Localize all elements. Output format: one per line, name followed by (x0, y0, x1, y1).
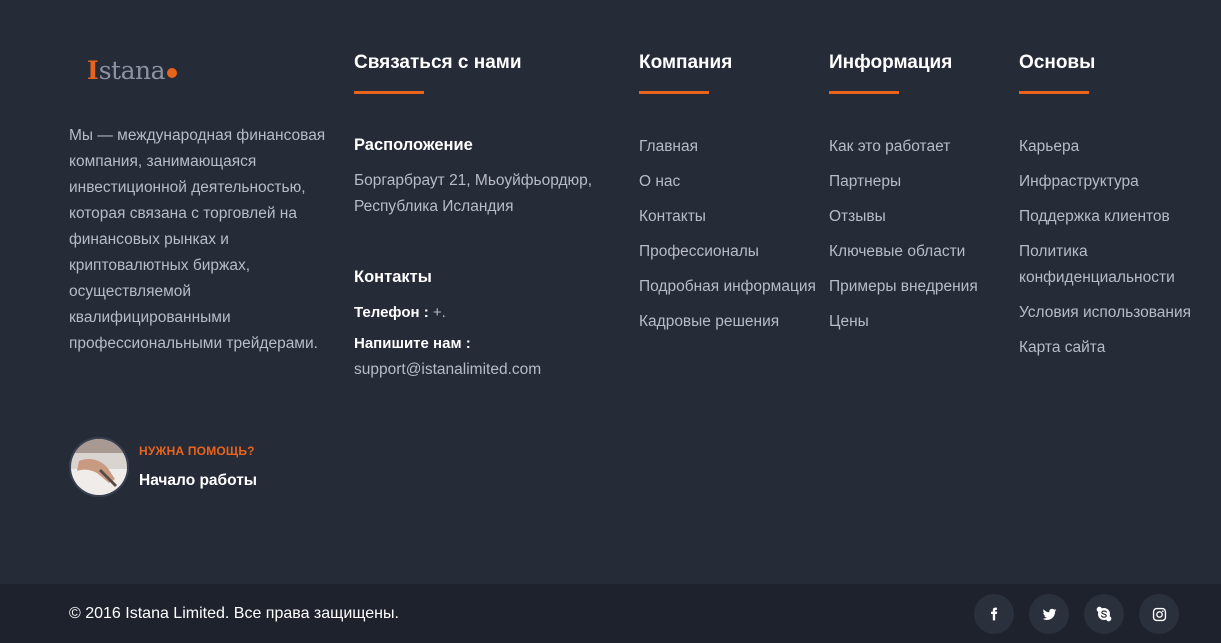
phone-line: Телефон : +. (354, 302, 446, 324)
phone-value[interactable]: +. (433, 304, 446, 321)
footer-bottom-bar: © 2016 Istana Limited. Все права защищен… (0, 584, 1221, 643)
contacts-title: Контакты (354, 268, 432, 286)
link-home[interactable]: Главная (639, 134, 816, 160)
link-reviews[interactable]: Отзывы (829, 204, 978, 230)
information-title: Информация (829, 52, 953, 73)
link-partners[interactable]: Партнеры (829, 169, 978, 195)
social-links (974, 594, 1179, 634)
title-underline (1019, 91, 1089, 94)
logo[interactable]: I stana (87, 56, 177, 86)
facebook-icon[interactable] (974, 594, 1014, 634)
logo-mark: I (87, 56, 99, 85)
link-privacy-policy[interactable]: Политика конфиденциальности (1019, 239, 1209, 291)
link-contacts[interactable]: Контакты (639, 204, 816, 230)
link-professionals[interactable]: Профессионалы (639, 239, 816, 265)
link-terms[interactable]: Условия использования (1019, 300, 1209, 326)
skype-icon[interactable] (1084, 594, 1124, 634)
link-key-areas[interactable]: Ключевые области (829, 239, 978, 265)
help-avatar (69, 437, 129, 497)
email-label: Напишите нам : (354, 335, 471, 352)
link-career[interactable]: Карьера (1019, 134, 1209, 160)
title-underline (639, 91, 709, 94)
link-about[interactable]: О нас (639, 169, 816, 195)
link-support[interactable]: Поддержка клиентов (1019, 204, 1209, 230)
company-links: Главная О нас Контакты Профессионалы Под… (639, 134, 816, 344)
email-link[interactable]: support@istanalimited.com (354, 358, 541, 382)
instagram-icon[interactable] (1139, 594, 1179, 634)
link-case-studies[interactable]: Примеры внедрения (829, 274, 978, 300)
location-title: Расположение (354, 136, 473, 154)
basics-title: Основы (1019, 52, 1096, 73)
link-how-it-works[interactable]: Как это работает (829, 134, 978, 160)
phone-label: Телефон : (354, 304, 429, 321)
about-text: Мы — международная финансовая компания, … (69, 127, 326, 352)
information-links: Как это работает Партнеры Отзывы Ключевы… (829, 134, 978, 344)
help-block[interactable]: НУЖНА ПОМОЩЬ? Начало работы (69, 437, 257, 497)
link-details[interactable]: Подробная информация (639, 274, 816, 300)
company-title: Компания (639, 52, 733, 73)
title-underline (829, 91, 899, 94)
title-underline (354, 91, 424, 94)
address-text: Боргарбраут 21, Мьоуйфьордюр, Республика… (354, 172, 593, 215)
link-hr-solutions[interactable]: Кадровые решения (639, 309, 816, 335)
footer-main: I stana Мы — международная финансовая ко… (0, 0, 1221, 584)
help-label: НУЖНА ПОМОЩЬ? (139, 444, 255, 458)
basics-links: Карьера Инфраструктура Поддержка клиенто… (1019, 134, 1209, 370)
copyright-text: © 2016 Istana Limited. Все права защищен… (69, 605, 399, 622)
link-sitemap[interactable]: Карта сайта (1019, 335, 1209, 361)
logo-dot (167, 68, 177, 78)
link-pricing[interactable]: Цены (829, 309, 978, 335)
contact-title: Связаться с нами (354, 52, 522, 73)
logo-text: stana (98, 56, 166, 85)
twitter-icon[interactable] (1029, 594, 1069, 634)
link-infrastructure[interactable]: Инфраструктура (1019, 169, 1209, 195)
get-started-link[interactable]: Начало работы (139, 471, 257, 491)
